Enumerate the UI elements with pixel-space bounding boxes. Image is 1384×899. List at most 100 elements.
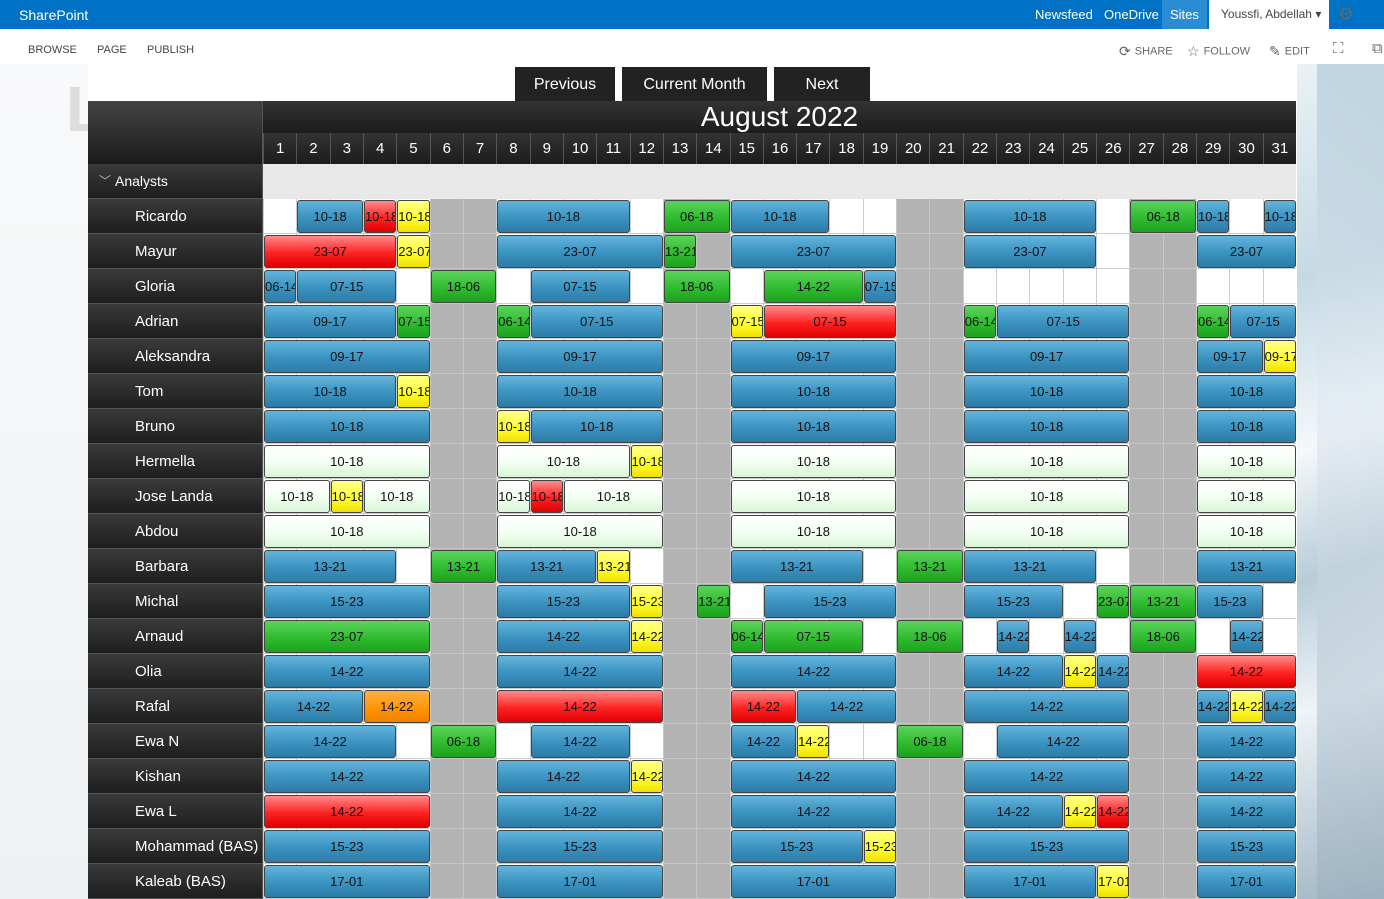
shift-bar[interactable]: 14-22: [497, 620, 630, 653]
weekend-cell[interactable]: [696, 514, 730, 549]
day-cell[interactable]: [396, 549, 430, 584]
shift-bar[interactable]: 15-23: [963, 585, 1063, 618]
group-header[interactable]: ﹀ Analysts: [88, 164, 263, 199]
shift-bar[interactable]: 07-15: [530, 305, 663, 338]
day-cell[interactable]: [1062, 584, 1097, 619]
weekend-cell[interactable]: [462, 689, 497, 724]
shift-bar[interactable]: 10-18: [530, 480, 563, 513]
weekend-cell[interactable]: [429, 864, 463, 899]
shift-bar[interactable]: 14-22: [264, 795, 430, 828]
onedrive-link[interactable]: OneDrive: [1104, 7, 1159, 22]
shift-bar[interactable]: 14-22: [730, 690, 797, 723]
shift-bar[interactable]: 14-22: [963, 655, 1063, 688]
shift-bar[interactable]: 14-22: [264, 690, 363, 723]
shift-bar[interactable]: 10-18: [497, 480, 530, 513]
shift-bar[interactable]: 23-07: [1097, 585, 1130, 618]
shift-bar[interactable]: 18-06: [663, 270, 730, 303]
weekend-cell[interactable]: [929, 444, 963, 479]
day-cell[interactable]: [1262, 269, 1296, 304]
shift-bar[interactable]: 23-07: [730, 235, 897, 268]
shift-bar[interactable]: 10-18: [1197, 515, 1296, 548]
shift-bar[interactable]: 06-18: [663, 200, 730, 233]
shift-bar[interactable]: 13-21: [663, 235, 697, 268]
shift-bar[interactable]: 09-17: [1263, 340, 1296, 373]
weekend-cell[interactable]: [1129, 654, 1163, 689]
weekend-cell[interactable]: [696, 374, 730, 409]
weekend-cell[interactable]: [696, 689, 730, 724]
shift-bar[interactable]: 10-18: [297, 200, 363, 233]
shift-bar[interactable]: 17-01: [730, 865, 897, 898]
weekend-cell[interactable]: [462, 584, 497, 619]
shift-bar[interactable]: 23-07: [264, 235, 397, 268]
shift-bar[interactable]: 15-23: [1197, 585, 1263, 618]
day-cell[interactable]: [962, 619, 997, 654]
day-cell[interactable]: [1262, 619, 1296, 654]
weekend-cell[interactable]: [462, 829, 497, 864]
shift-bar[interactable]: 10-18: [963, 480, 1130, 513]
weekend-cell[interactable]: [1129, 409, 1163, 444]
day-cell[interactable]: [1196, 269, 1230, 304]
weekend-cell[interactable]: [662, 864, 697, 899]
weekend-cell[interactable]: [1129, 829, 1163, 864]
weekend-cell[interactable]: [696, 549, 730, 584]
weekend-cell[interactable]: [662, 829, 697, 864]
weekend-cell[interactable]: [1129, 724, 1163, 759]
weekend-cell[interactable]: [929, 759, 963, 794]
weekend-cell[interactable]: [429, 339, 463, 374]
weekend-cell[interactable]: [1129, 864, 1163, 899]
day-cell[interactable]: [629, 549, 663, 584]
weekend-cell[interactable]: [662, 654, 697, 689]
shift-bar[interactable]: 17-01: [963, 865, 1097, 898]
newsfeed-link[interactable]: Newsfeed: [1035, 7, 1093, 22]
shift-bar[interactable]: 14-22: [1197, 725, 1296, 758]
weekend-cell[interactable]: [929, 234, 963, 269]
weekend-cell[interactable]: [462, 794, 497, 829]
shift-bar[interactable]: 14-22: [1197, 690, 1230, 723]
weekend-cell[interactable]: [929, 654, 963, 689]
shift-bar[interactable]: 10-18: [1197, 200, 1230, 233]
shift-bar[interactable]: 10-18: [363, 200, 397, 233]
day-cell[interactable]: [829, 199, 863, 234]
shift-bar[interactable]: 14-22: [497, 655, 663, 688]
shift-bar[interactable]: 10-18: [630, 445, 663, 478]
weekend-cell[interactable]: [462, 654, 497, 689]
weekend-cell[interactable]: [929, 374, 963, 409]
weekend-cell[interactable]: [1129, 444, 1163, 479]
shift-bar[interactable]: 10-18: [563, 480, 663, 513]
weekend-cell[interactable]: [929, 199, 963, 234]
weekend-cell[interactable]: [896, 794, 930, 829]
shift-bar[interactable]: 14-22: [1197, 655, 1296, 688]
shift-bar[interactable]: 14-22: [797, 725, 830, 758]
weekend-cell[interactable]: [896, 654, 930, 689]
weekend-cell[interactable]: [1162, 409, 1197, 444]
day-cell[interactable]: [862, 619, 897, 654]
shift-bar[interactable]: 10-18: [730, 375, 897, 408]
day-cell[interactable]: [996, 269, 1030, 304]
shift-bar[interactable]: 10-18: [1197, 375, 1296, 408]
shift-bar[interactable]: 07-15: [763, 620, 863, 653]
weekend-cell[interactable]: [896, 514, 930, 549]
shift-bar[interactable]: 09-17: [264, 340, 430, 373]
next-button[interactable]: Next: [774, 67, 870, 101]
shift-bar[interactable]: 15-23: [863, 830, 897, 863]
weekend-cell[interactable]: [1129, 514, 1163, 549]
shift-bar[interactable]: 09-17: [1197, 340, 1263, 373]
shift-bar[interactable]: 07-15: [763, 305, 897, 338]
day-cell[interactable]: [629, 199, 663, 234]
weekend-cell[interactable]: [1162, 339, 1197, 374]
weekend-cell[interactable]: [1129, 794, 1163, 829]
shift-bar[interactable]: 15-23: [730, 830, 863, 863]
shift-bar[interactable]: 15-23: [497, 830, 663, 863]
share-button[interactable]: ⟳ SHARE: [1119, 43, 1173, 60]
weekend-cell[interactable]: [1162, 514, 1197, 549]
shift-bar[interactable]: 14-22: [1230, 620, 1263, 653]
shift-bar[interactable]: 10-18: [497, 200, 630, 233]
weekend-cell[interactable]: [696, 654, 730, 689]
weekend-cell[interactable]: [662, 794, 697, 829]
shift-bar[interactable]: 14-22: [1197, 795, 1296, 828]
previous-button[interactable]: Previous: [515, 67, 615, 101]
weekend-cell[interactable]: [696, 339, 730, 374]
weekend-cell[interactable]: [896, 269, 930, 304]
shift-bar[interactable]: 14-22: [963, 795, 1063, 828]
weekend-cell[interactable]: [662, 304, 697, 339]
